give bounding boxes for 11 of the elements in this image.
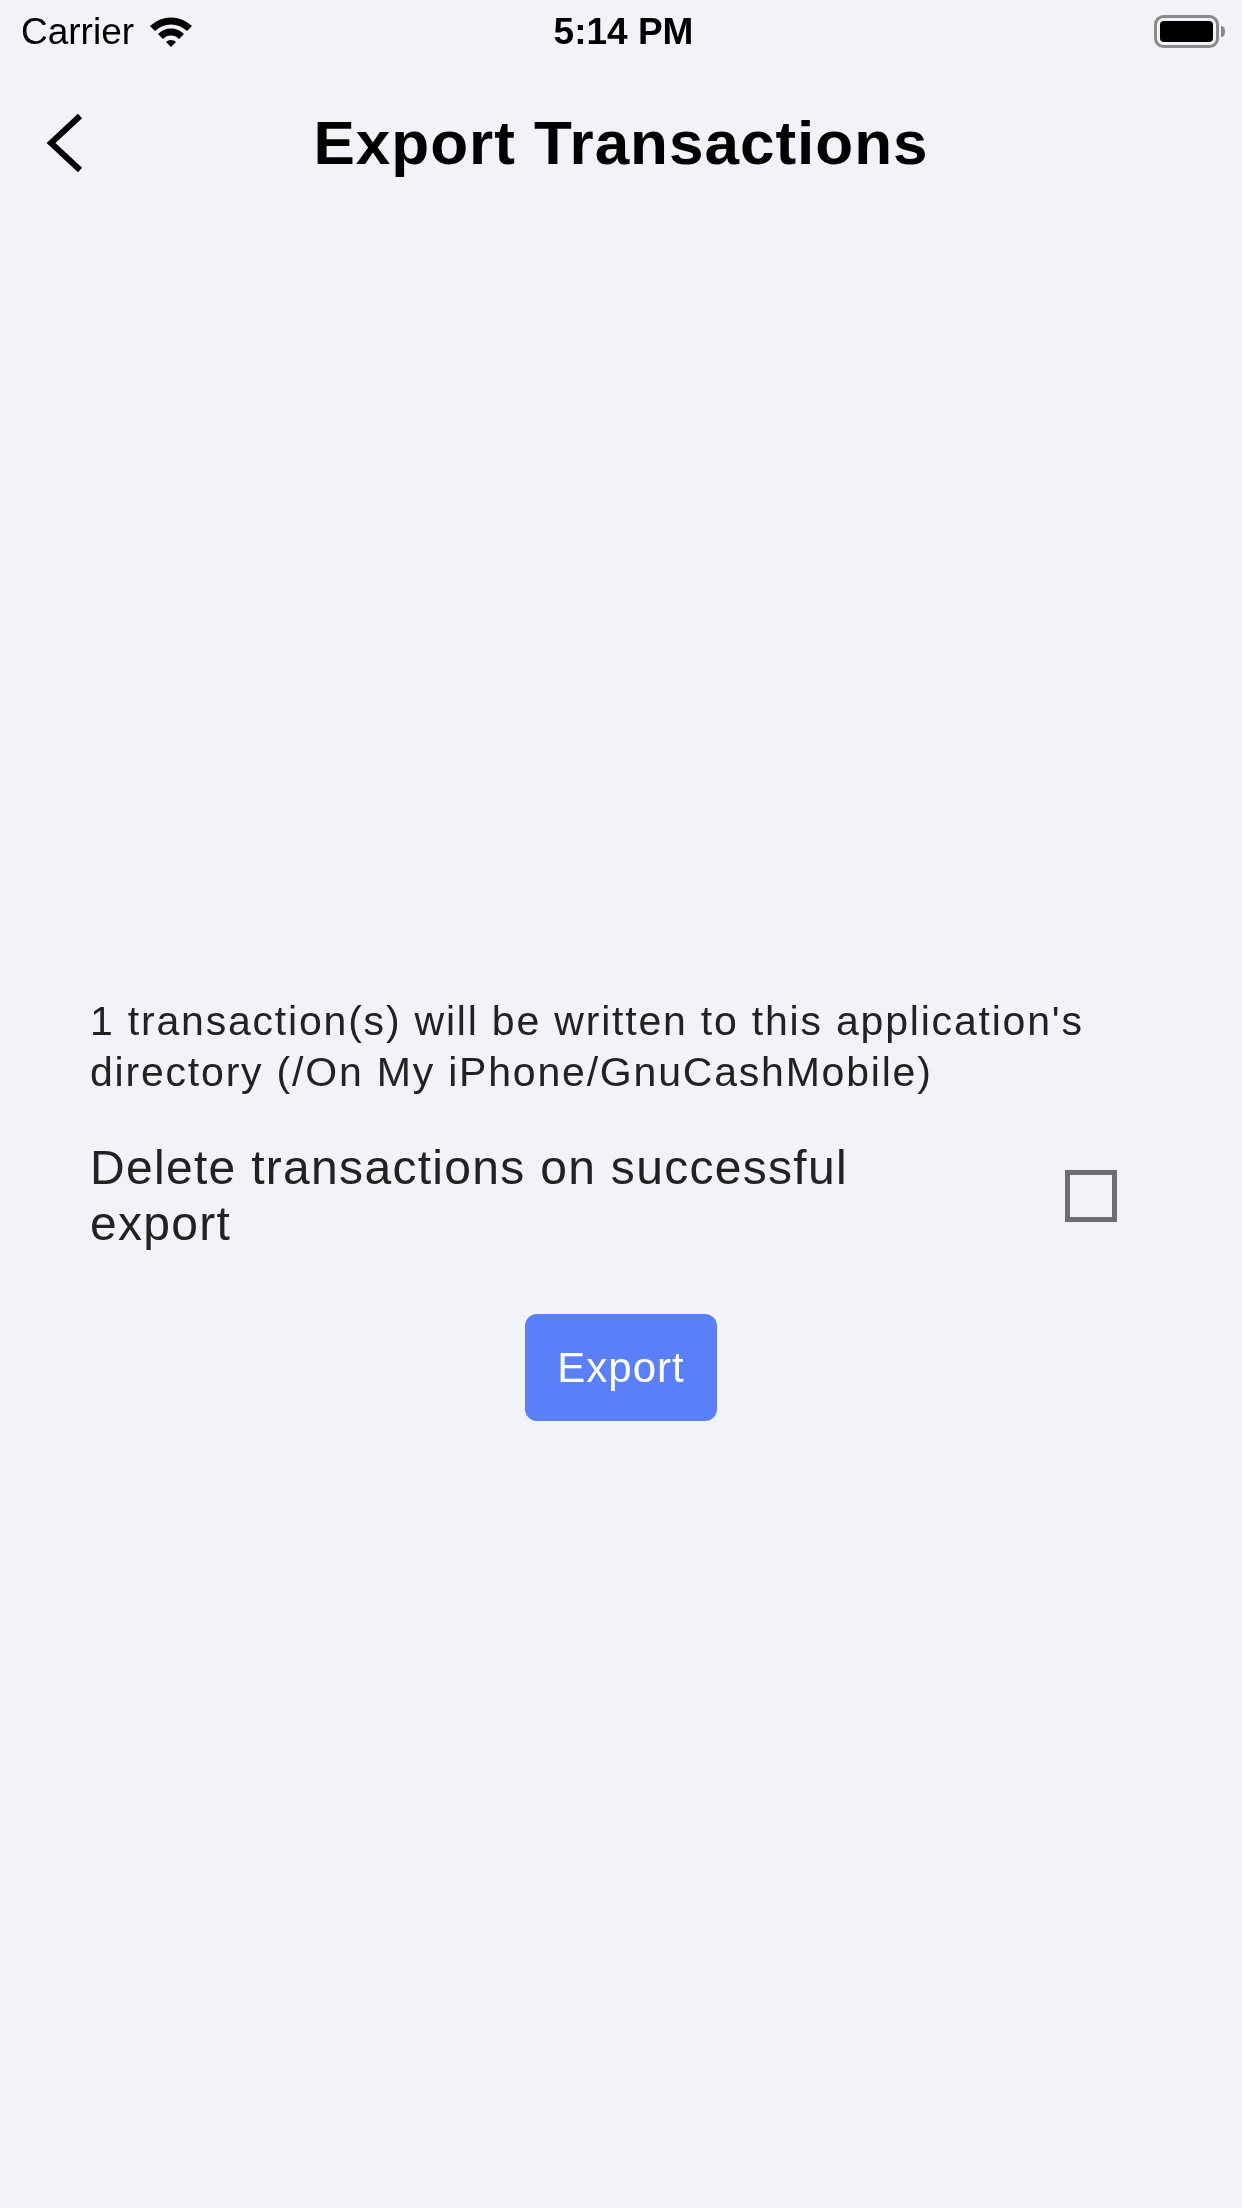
back-button[interactable] <box>46 113 84 173</box>
clock-time: 5:14 PM <box>553 12 694 50</box>
back-chevron-icon <box>46 113 84 173</box>
battery-icon <box>1154 14 1226 48</box>
export-info-text: 1 transaction(s) will be written to this application's directory (/On My iPhone/GnuCashMobile) <box>89 997 1085 1097</box>
carrier-label: Carrier <box>21 12 135 50</box>
wifi-icon <box>148 14 195 48</box>
export-button[interactable]: Export <box>525 1314 717 1421</box>
delete-option-label: Delete transactions on successful export <box>90 1140 849 1252</box>
checkbox[interactable] <box>1065 1170 1117 1222</box>
page-title: Export Transactions <box>313 106 929 179</box>
